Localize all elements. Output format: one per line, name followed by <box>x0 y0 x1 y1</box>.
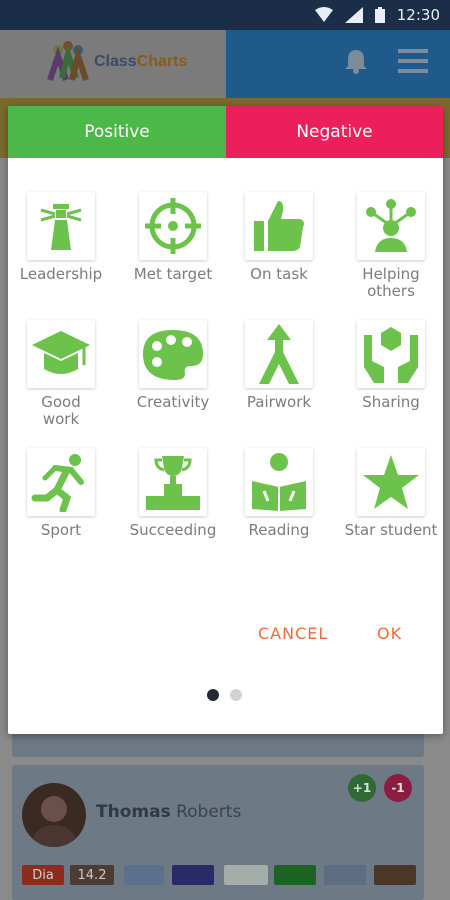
merging-arrows-icon <box>259 324 299 384</box>
status-bar: 12:30 <box>0 0 450 30</box>
behaviour-sport[interactable]: Sport <box>8 448 114 539</box>
behaviour-label: Creativity <box>136 393 210 411</box>
behaviour-label: Star student <box>344 521 438 539</box>
behaviour-tile[interactable] <box>139 448 207 516</box>
student-card[interactable]: Thomas Roberts +1 -1 Dia 14.2 <box>12 765 424 900</box>
star-icon <box>363 455 419 509</box>
student-first-name: Thomas <box>96 802 171 822</box>
logo-text-class: Class <box>94 53 137 70</box>
graduation-cap-icon <box>32 331 90 374</box>
behaviour-tile[interactable] <box>245 448 313 516</box>
behaviour-pairwork[interactable]: Pairwork <box>226 320 332 411</box>
behaviour-sharing[interactable]: Sharing <box>338 320 443 411</box>
behaviour-label: Good work <box>41 393 81 428</box>
behaviour-label: Helping others <box>362 265 420 300</box>
people-network-icon <box>366 199 416 252</box>
behaviour-label: Reading <box>248 521 310 539</box>
battery-icon <box>374 7 385 23</box>
wifi-icon <box>314 7 333 22</box>
color-chip <box>172 865 214 885</box>
behaviour-succeeding[interactable]: Succeeding <box>120 448 226 539</box>
header-logo-area: ClassCharts <box>0 30 226 98</box>
behaviour-label: On task <box>250 265 308 283</box>
logo-text: ClassCharts <box>94 53 187 71</box>
page-dot-active[interactable] <box>207 689 219 701</box>
behaviour-label: Met target <box>133 265 213 283</box>
behaviour-label: Leadership <box>19 265 103 283</box>
behaviour-creativity[interactable]: Creativity <box>120 320 226 411</box>
student-last-name: Roberts <box>176 802 242 822</box>
palette-icon <box>143 330 203 380</box>
behaviour-tile[interactable] <box>27 320 95 388</box>
behaviour-tile[interactable] <box>139 320 207 388</box>
behaviour-star-student[interactable]: Star student <box>338 448 443 539</box>
behaviour-tile[interactable] <box>27 448 95 516</box>
color-chip <box>224 865 268 885</box>
behaviour-tile[interactable] <box>139 192 207 260</box>
header-actions-area <box>226 30 450 98</box>
lighthouse-icon <box>40 204 82 250</box>
page-indicator <box>207 689 242 701</box>
behaviour-tile[interactable] <box>357 320 425 388</box>
hamburger-menu-icon[interactable] <box>398 48 428 74</box>
behaviour-tabs: Positive Negative <box>8 106 443 158</box>
student-name: Thomas Roberts <box>96 802 241 822</box>
behaviour-tile[interactable] <box>27 192 95 260</box>
logo-text-charts: Charts <box>136 53 188 70</box>
color-chip <box>324 865 366 885</box>
tab-negative[interactable]: Negative <box>226 106 443 158</box>
behaviour-label: Sport <box>40 521 82 539</box>
award-positive-button[interactable]: +1 <box>348 774 376 802</box>
behaviour-on-task[interactable]: On task <box>226 192 332 283</box>
app-header: ClassCharts <box>0 30 450 98</box>
color-chip <box>374 865 416 885</box>
behaviour-tile[interactable] <box>245 320 313 388</box>
page-dot[interactable] <box>230 689 242 701</box>
thumbs-up-icon <box>254 201 304 251</box>
avatar <box>22 783 86 847</box>
behaviour-tile[interactable] <box>357 448 425 516</box>
trophy-podium-icon <box>146 456 200 510</box>
behaviour-helping-others[interactable]: Helping others <box>338 192 443 300</box>
behaviour-tile[interactable] <box>357 192 425 260</box>
tab-positive[interactable]: Positive <box>8 106 226 158</box>
logo-figures-icon <box>47 41 89 81</box>
classcharts-logo: ClassCharts <box>46 40 187 84</box>
bell-icon[interactable] <box>344 48 368 74</box>
status-icons: 12:30 <box>314 6 440 24</box>
signal-icon <box>344 7 363 23</box>
ok-button[interactable]: OK <box>377 624 402 643</box>
behaviour-leadership[interactable]: Leadership <box>8 192 114 283</box>
student-photo-icon <box>30 796 78 847</box>
behaviour-label: Pairwork <box>246 393 312 411</box>
reader-icon <box>252 453 306 511</box>
runner-icon <box>31 454 84 512</box>
behaviour-good-work[interactable]: Good work <box>8 320 114 428</box>
hands-icon <box>364 327 418 383</box>
tag-chip: Dia <box>22 865 64 885</box>
behaviour-label: Sharing <box>362 393 420 411</box>
behaviour-reading[interactable]: Reading <box>226 448 332 539</box>
behaviour-met-target[interactable]: Met target <box>120 192 226 283</box>
award-negative-button[interactable]: -1 <box>384 774 412 802</box>
behaviour-label: Succeeding <box>129 521 217 539</box>
cancel-button[interactable]: CANCEL <box>258 624 328 643</box>
color-chip <box>124 865 164 885</box>
behaviour-tile[interactable] <box>245 192 313 260</box>
behaviour-dialog: Positive Negative Leadership Met target … <box>8 106 443 734</box>
target-icon <box>145 198 201 254</box>
status-time: 12:30 <box>396 6 440 24</box>
score-chip: 14.2 <box>70 865 114 885</box>
color-chip <box>274 865 316 885</box>
